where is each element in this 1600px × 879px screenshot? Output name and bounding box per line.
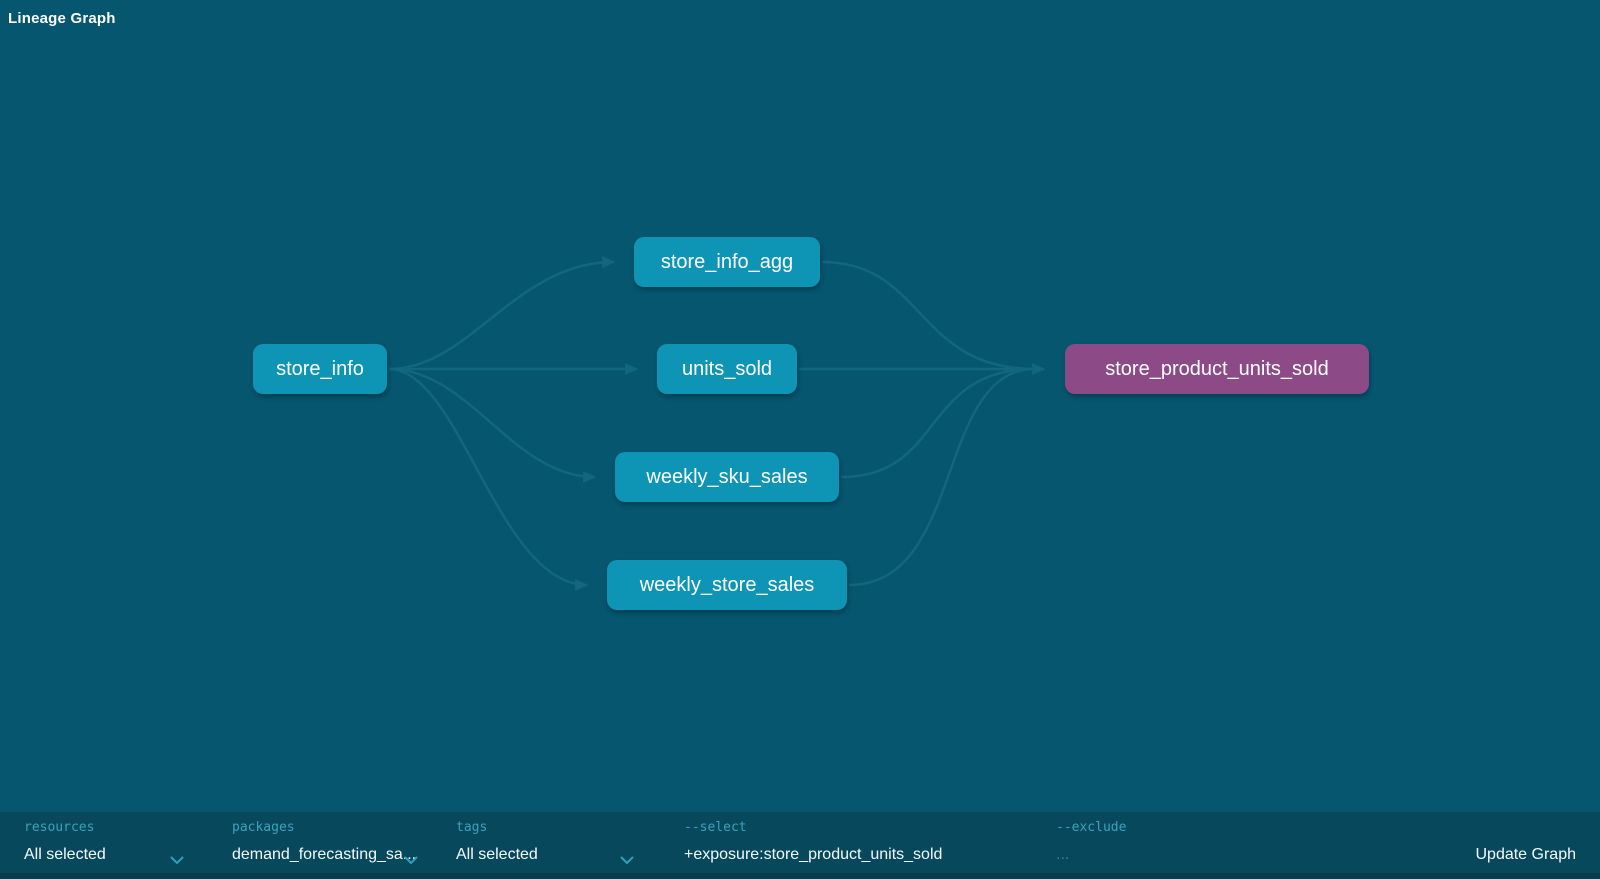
edge-store_info_agg-store_product_units_sold <box>822 262 1035 369</box>
filter-tags-label: tags <box>456 820 487 835</box>
lineage-edges <box>0 0 1600 879</box>
edge-weekly_store_sales-store_product_units_sold <box>849 369 1035 585</box>
filter-exclude[interactable]: --exclude ... <box>1056 812 1256 873</box>
filter-tags-value[interactable]: All selected <box>456 846 538 864</box>
filter-resources-label: resources <box>24 820 94 835</box>
filter-packages-value[interactable]: demand_forecasting_sa... <box>232 846 416 864</box>
node-store_product_units_sold[interactable]: store_product_units_sold <box>1065 344 1369 394</box>
filter-exclude-label: --exclude <box>1056 820 1126 835</box>
filter-select-value[interactable]: +exposure:store_product_units_sold <box>684 846 942 864</box>
chevron-down-icon[interactable] <box>404 852 418 870</box>
edge-store_info-weekly_store_sales <box>389 369 587 585</box>
filter-packages-label: packages <box>232 820 295 835</box>
filter-resources[interactable]: resources All selected <box>24 812 186 873</box>
chevron-down-icon[interactable] <box>620 852 634 870</box>
filter-resources-value[interactable]: All selected <box>24 846 106 864</box>
node-weekly_store_sales[interactable]: weekly_store_sales <box>607 560 847 610</box>
graph-filter-bar: resources All selected packages demand_f… <box>0 812 1600 879</box>
chevron-down-icon[interactable] <box>170 852 184 870</box>
filter-exclude-value[interactable]: ... <box>1056 846 1069 864</box>
filter-packages[interactable]: packages demand_forecasting_sa... <box>232 812 428 873</box>
edge-weekly_sku_sales-store_product_units_sold <box>841 369 1035 477</box>
lineage-graph-app: Lineage Graph store_info store_info_agg … <box>0 0 1600 879</box>
edge-store_info-store_info_agg <box>389 262 614 369</box>
edge-store_info-weekly_sku_sales <box>389 369 595 477</box>
node-units_sold[interactable]: units_sold <box>657 344 797 394</box>
filter-select[interactable]: --select +exposure:store_product_units_s… <box>684 812 1044 873</box>
node-store_info_agg[interactable]: store_info_agg <box>634 237 820 287</box>
filter-tags[interactable]: tags All selected <box>456 812 638 873</box>
node-weekly_sku_sales[interactable]: weekly_sku_sales <box>615 452 839 502</box>
filter-select-label: --select <box>684 820 747 835</box>
update-graph-button[interactable]: Update Graph <box>1475 846 1576 864</box>
node-store_info[interactable]: store_info <box>253 344 387 394</box>
